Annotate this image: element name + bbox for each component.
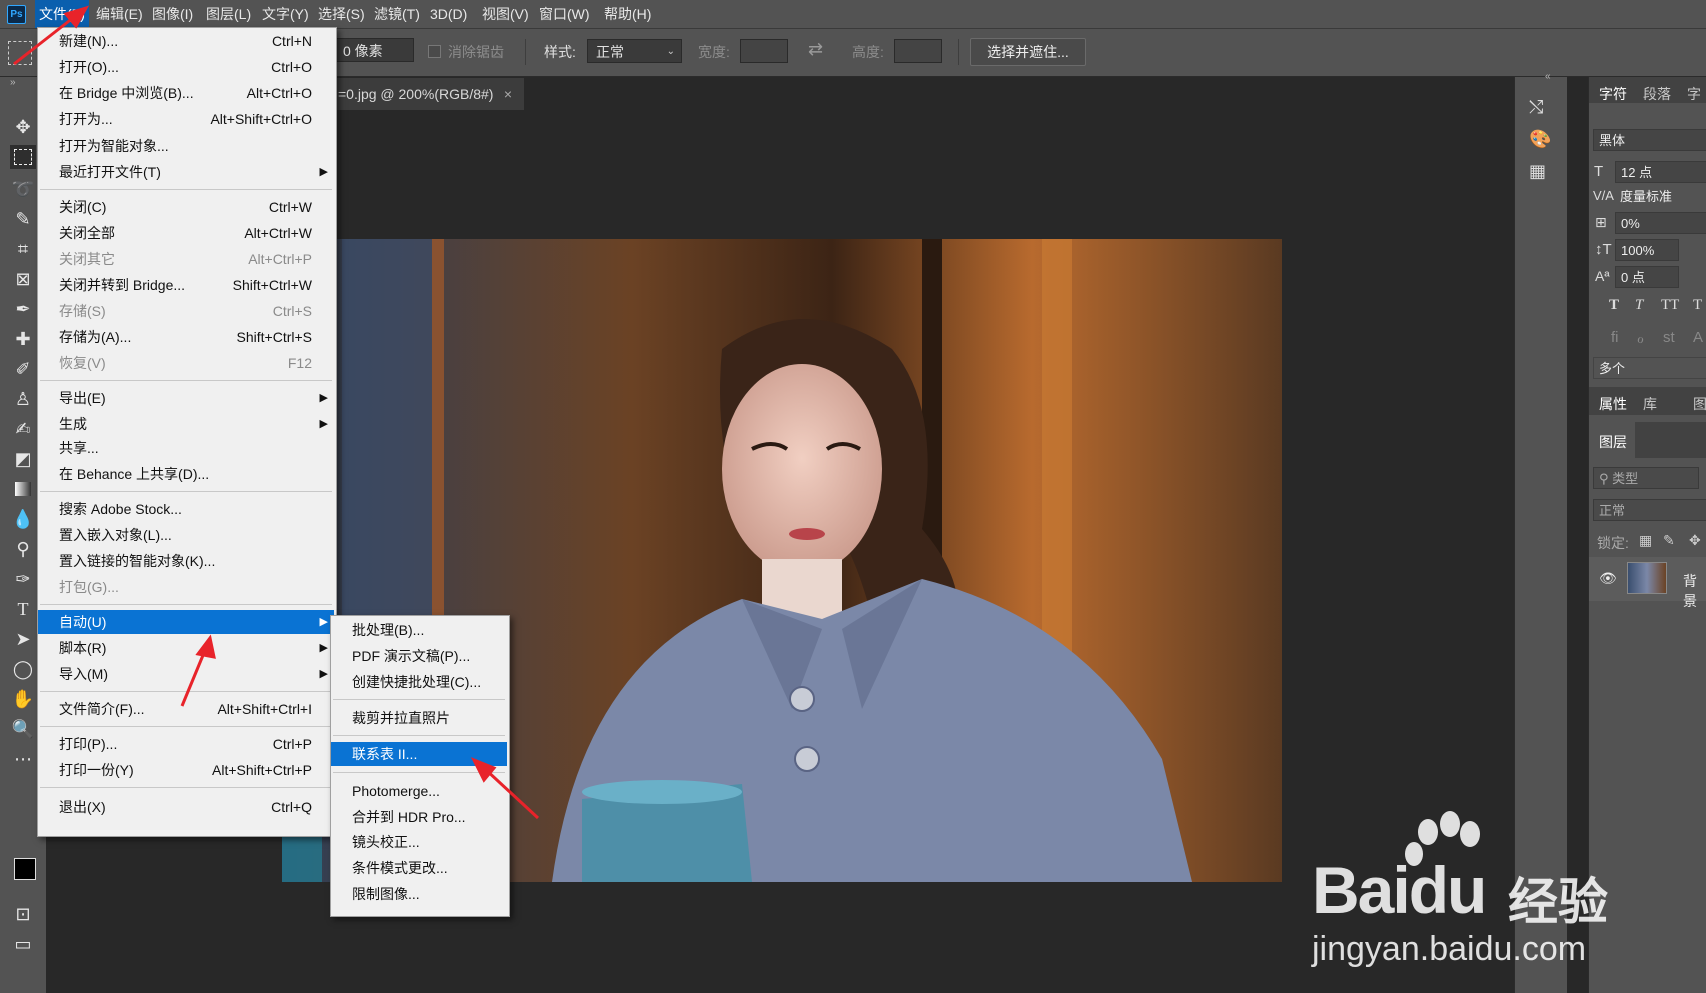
watermark-url: jingyan.baidu.com [1312,930,1587,968]
annotation-arrow-automate [180,647,208,707]
annotation-arrowhead [470,757,497,783]
annotation-arrowhead [63,5,90,29]
annotation-arrow-contact-sheet [482,766,540,820]
baidu-watermark: Baidu 经验 jingyan.baidu.com [1298,810,1698,970]
watermark-brand: Baidu [1312,853,1487,927]
annotation-arrowhead [195,634,216,659]
annotation-arrow-file [13,12,79,66]
watermark-brand-cn: 经验 [1508,874,1608,930]
